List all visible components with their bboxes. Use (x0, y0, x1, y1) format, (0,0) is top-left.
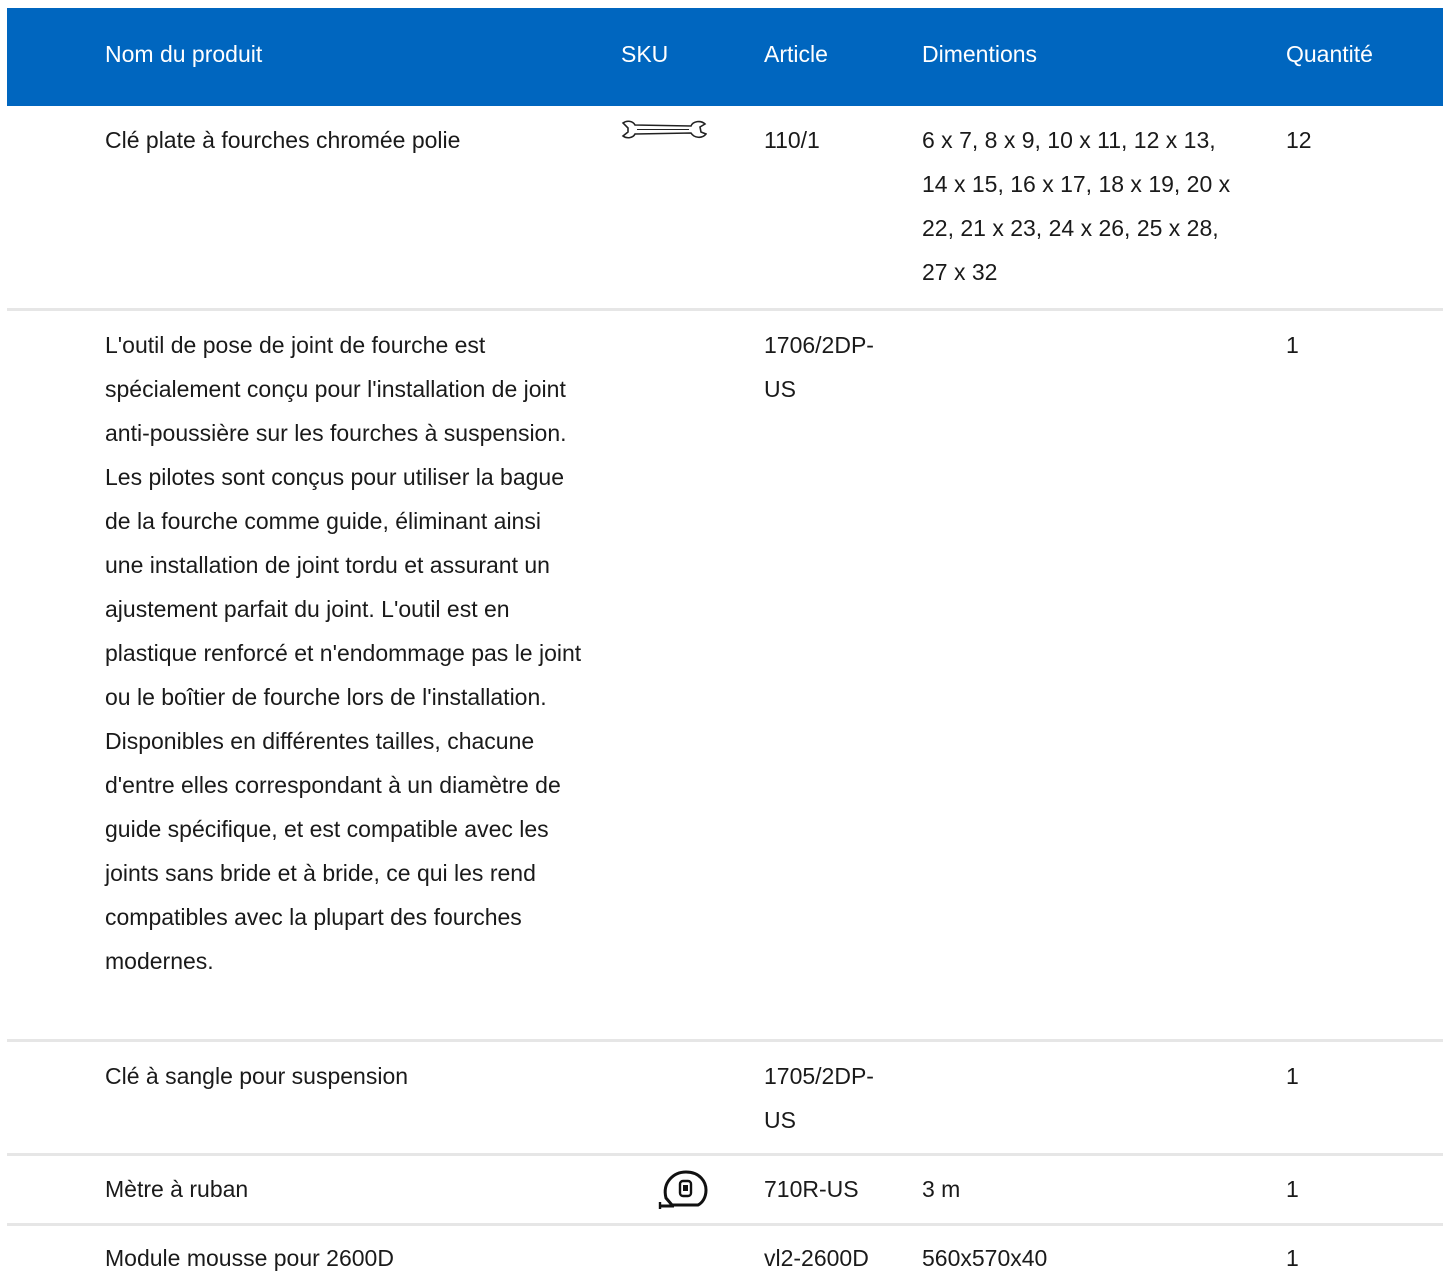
table-row: Module mousse pour 2600D vl2-2600D 560x5… (7, 1226, 1443, 1287)
quantity-value: 1 (1286, 1245, 1299, 1271)
article-number: 1706/2DP-US (764, 332, 874, 402)
quantity-value: 1 (1286, 332, 1299, 358)
column-header-name: Nom du produit (105, 41, 263, 67)
article-number: 710R-US (764, 1176, 859, 1202)
table-row: L'outil de pose de joint de fourche est … (7, 311, 1443, 1042)
table-row: Clé plate à fourches chromée polie 110/1… (7, 106, 1443, 311)
dimensions-value: 560x570x40 (922, 1245, 1048, 1271)
article-number: vl2-2600D (764, 1245, 869, 1271)
table-row: Clé à sangle pour suspension 1705/2DP-US… (7, 1042, 1443, 1156)
article-number: 110/1 (764, 127, 820, 153)
table-row: Mètre à ruban 710R-US 3 m 1 (7, 1156, 1443, 1226)
product-name: Clé plate à fourches chromée polie (105, 127, 461, 153)
dimensions-value: 3 m (922, 1176, 961, 1202)
article-number: 1705/2DP-US (764, 1063, 874, 1133)
quantity-value: 1 (1286, 1176, 1299, 1202)
product-name: Mètre à ruban (105, 1176, 249, 1202)
column-header-quantity: Quantité (1286, 41, 1373, 67)
table-header: Nom du produit SKU Article Dimentions Qu… (7, 8, 1443, 106)
product-name: L'outil de pose de joint de fourche est … (105, 332, 582, 974)
column-header-article: Article (764, 41, 828, 67)
product-table: Nom du produit SKU Article Dimentions Qu… (7, 8, 1443, 1287)
product-name: Clé à sangle pour suspension (105, 1063, 409, 1089)
dimensions-value: 6 x 7, 8 x 9, 10 x 11, 12 x 13, 14 x 15,… (922, 127, 1231, 285)
quantity-value: 1 (1286, 1063, 1299, 1089)
quantity-value: 12 (1286, 127, 1312, 153)
product-name: Module mousse pour 2600D (105, 1245, 394, 1271)
column-header-dimensions: Dimentions (922, 41, 1038, 67)
column-header-sku: SKU (621, 41, 669, 67)
